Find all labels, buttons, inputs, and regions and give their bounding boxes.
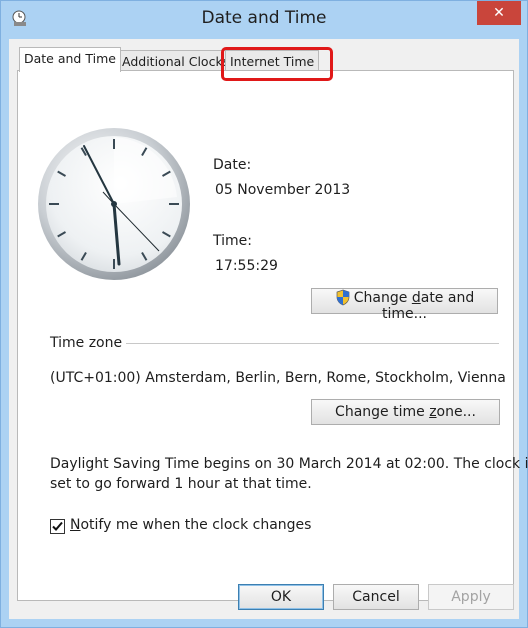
apply-button[interactable]: Apply [428,584,514,610]
tab-internet-time[interactable]: Internet Time [225,50,320,72]
window-title: Date and Time [201,8,327,28]
uac-shield-icon [336,289,350,306]
dialog-body: Date and Time Additional Clocks Internet… [9,39,528,619]
time-zone-divider [126,343,499,344]
date-label: Date: [213,157,252,173]
dst-info-line1: Daylight Saving Time begins on 30 March … [50,456,528,472]
analog-clock [38,128,190,280]
change-date-time-text: Change date and time... [353,290,475,322]
tab-date-and-time[interactable]: Date and Time [19,47,121,72]
title-bar[interactable]: Date and Time ✕ [1,1,527,39]
cancel-button[interactable]: Cancel [333,584,419,610]
notify-checkbox[interactable] [50,519,65,534]
change-date-time-button[interactable]: Change date and time... [311,288,498,322]
date-value: 05 November 2013 [215,182,351,198]
time-label: Time: [213,233,252,249]
change-time-zone-text: Change time zone... [335,404,476,420]
dst-info-line2: set to go forward 1 hour at that time. [50,476,312,492]
date-time-window: Date and Time ✕ Date and Time Additional… [0,0,528,628]
notify-label[interactable]: Notify me when the clock changes [70,517,311,533]
close-button[interactable]: ✕ [477,1,521,25]
tab-additional-clocks[interactable]: Additional Clocks [117,50,235,72]
tab-panel: Date: 05 November 2013 Time: 17:55:29 Ch… [17,70,528,601]
time-value: 17:55:29 [215,258,278,274]
ok-button[interactable]: OK [238,584,324,610]
change-time-zone-button[interactable]: Change time zone... [311,399,500,425]
time-zone-heading: Time zone [50,335,123,351]
time-zone-value: (UTC+01:00) Amsterdam, Berlin, Bern, Rom… [50,370,506,386]
